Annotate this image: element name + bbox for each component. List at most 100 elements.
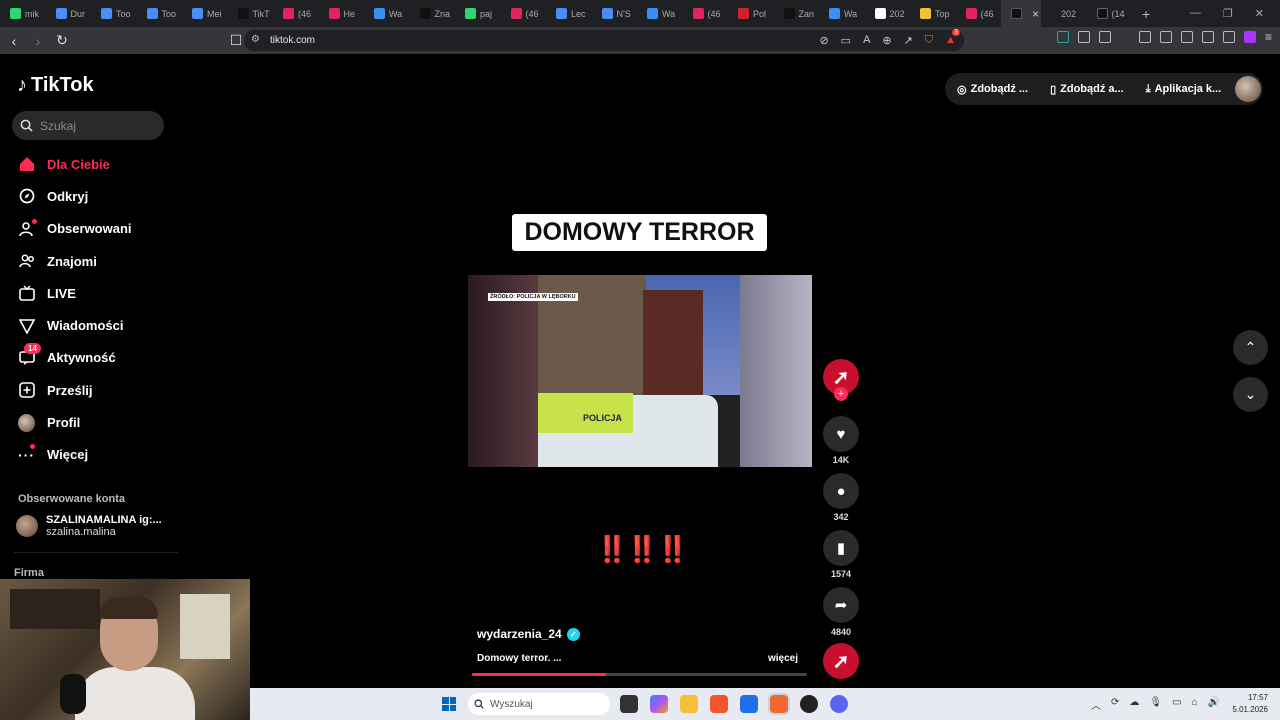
- browser-tab[interactable]: Too: [137, 0, 183, 27]
- more-link[interactable]: więcej: [768, 653, 798, 664]
- new-tab-button[interactable]: +: [1132, 6, 1160, 22]
- sidebar-icon[interactable]: [1159, 31, 1172, 43]
- like-button[interactable]: ♥: [823, 416, 859, 452]
- browser-tab[interactable]: mik: [0, 0, 46, 27]
- maximize-icon[interactable]: ❐: [1223, 7, 1233, 20]
- taskbar-search[interactable]: Wyszukaj: [468, 693, 610, 715]
- obs-icon[interactable]: [800, 695, 818, 713]
- puzzle-icon[interactable]: [1077, 31, 1090, 43]
- translate-icon[interactable]: A: [863, 34, 870, 47]
- brave-rewards-icon[interactable]: ▲ 3: [945, 29, 961, 47]
- menu-item-dla-ciebie[interactable]: Dla Ciebie: [0, 148, 180, 180]
- share-button[interactable]: ➦: [823, 587, 859, 623]
- browser-tab[interactable]: (46: [956, 0, 1002, 27]
- browser-tab[interactable]: Zna: [410, 0, 456, 27]
- get-coins-button[interactable]: ◎ Zdobądź ...: [957, 83, 1028, 96]
- leo-icon[interactable]: [1201, 31, 1214, 43]
- desktop-app-button[interactable]: ⤓ Aplikacja k...: [1146, 83, 1222, 96]
- browser-tab[interactable]: (46: [273, 0, 319, 27]
- brave-shield-icon[interactable]: ⛉: [925, 34, 933, 47]
- browser-tab[interactable]: Lec: [546, 0, 592, 27]
- windows-start-icon[interactable]: [442, 697, 456, 711]
- menu-item-obserwowani[interactable]: Obserwowani: [0, 213, 180, 245]
- browser-tab[interactable]: paj: [455, 0, 501, 27]
- menu-item-znajomi[interactable]: Znajomi: [0, 245, 180, 277]
- browser-tab[interactable]: Wa: [819, 0, 865, 27]
- vpn-brave-icon[interactable]: [1243, 31, 1256, 43]
- browser-tab[interactable]: Wa: [364, 0, 410, 27]
- hide-images-icon[interactable]: ⊘: [819, 34, 828, 47]
- video-author[interactable]: wydarzenia_24 ✓: [477, 627, 580, 641]
- active-tab[interactable]: ×: [1001, 0, 1041, 27]
- reading-list-icon[interactable]: [1138, 31, 1151, 43]
- network-icon[interactable]: ⌂: [1192, 697, 1198, 712]
- extension-icon[interactable]: [1056, 31, 1069, 43]
- screenshot-icon[interactable]: [1098, 31, 1111, 43]
- cloud-icon[interactable]: ☁: [1129, 697, 1139, 712]
- close-tab-icon[interactable]: ×: [1032, 7, 1039, 21]
- browser-tab[interactable]: Zan: [774, 0, 820, 27]
- comment-button[interactable]: ●: [823, 473, 859, 509]
- browser-tab[interactable]: N'S: [592, 0, 638, 27]
- copilot-icon[interactable]: [650, 695, 668, 713]
- discord-icon[interactable]: [830, 695, 848, 713]
- browser-tab[interactable]: Wa: [637, 0, 683, 27]
- video-player[interactable]: POLICJA ŹRÓDŁO: POLICJA W LĘBORKU: [468, 275, 812, 467]
- tray-chevron-icon[interactable]: ︿: [1091, 697, 1101, 712]
- minimize-icon[interactable]: —: [1190, 7, 1201, 20]
- browser-tab[interactable]: TikT: [228, 0, 274, 27]
- wallet-icon[interactable]: [1180, 31, 1193, 43]
- browser-tab[interactable]: (46: [501, 0, 547, 27]
- get-app-button[interactable]: ▯ Zdobądź a...: [1050, 83, 1124, 96]
- site-settings-icon[interactable]: ⚙: [251, 34, 260, 45]
- forward-icon[interactable]: ›: [28, 31, 48, 51]
- sync-icon[interactable]: ⟳: [1111, 697, 1119, 712]
- menu-item-aktywnosc[interactable]: 14 Aktywność: [0, 342, 180, 374]
- browser-tab[interactable]: (46: [683, 0, 729, 27]
- menu-item-live[interactable]: LIVE: [0, 277, 180, 309]
- file-explorer-icon[interactable]: [680, 695, 698, 713]
- video-progress-bar[interactable]: [472, 673, 807, 676]
- clock[interactable]: 17:57 5.01.2026: [1232, 692, 1268, 716]
- tiktok-logo[interactable]: ♪ TikTok: [17, 74, 94, 97]
- reload-icon[interactable]: ↻: [52, 31, 72, 51]
- follow-plus-icon[interactable]: +: [834, 387, 848, 401]
- zoom-icon[interactable]: ⊕: [882, 34, 891, 47]
- menu-item-profil[interactable]: Profil: [0, 406, 180, 438]
- previous-video-button[interactable]: ⌃: [1233, 330, 1268, 365]
- browser-tab[interactable]: Pol: [728, 0, 774, 27]
- save-button[interactable]: ▮: [823, 530, 859, 566]
- search-input[interactable]: Szukaj: [12, 111, 164, 140]
- browser-tab[interactable]: 202: [1041, 0, 1087, 27]
- user-avatar[interactable]: [1235, 76, 1261, 102]
- task-view-icon[interactable]: [620, 695, 638, 713]
- browser-tab[interactable]: (14: [1087, 0, 1133, 27]
- mic-tray-icon[interactable]: 🎙: [1149, 697, 1162, 712]
- close-window-icon[interactable]: ✕: [1255, 7, 1264, 20]
- browser-tab[interactable]: Dur: [46, 0, 92, 27]
- browser-tab[interactable]: Too: [91, 0, 137, 27]
- menu-item-wiadomosci[interactable]: Wiadomości: [0, 309, 180, 341]
- volume-icon[interactable]: 🔊: [1208, 697, 1220, 712]
- menu-item-przeslij[interactable]: Prześlij: [0, 374, 180, 406]
- back-icon[interactable]: ‹: [4, 31, 24, 51]
- brave-icon[interactable]: [710, 695, 728, 713]
- store-icon[interactable]: [740, 695, 758, 713]
- menu-icon[interactable]: ≡: [1265, 30, 1272, 44]
- music-disc[interactable]: ➚: [823, 643, 859, 679]
- browser-tab[interactable]: 202: [865, 0, 911, 27]
- menu-item-wiecej[interactable]: ··· Więcej: [0, 439, 180, 471]
- share-icon[interactable]: ↗: [904, 34, 913, 47]
- cast-icon[interactable]: ▭: [841, 34, 851, 47]
- browser-tab[interactable]: He: [319, 0, 365, 27]
- followed-account[interactable]: SZALINAMALINA ig:... szalina.malina: [16, 514, 162, 538]
- vpn-icon[interactable]: [1222, 31, 1235, 43]
- brave-active-icon[interactable]: [768, 693, 790, 715]
- bookmark-icon[interactable]: ☐: [226, 30, 246, 50]
- browser-tab[interactable]: Mei: [182, 0, 228, 27]
- display-icon[interactable]: ▭: [1172, 697, 1181, 712]
- menu-item-odkryj[interactable]: Odkryj: [0, 180, 180, 212]
- address-bar[interactable]: ⚙ tiktok.com ⊘ ▭ A ⊕ ↗ ⛉ ▲ 3: [244, 29, 964, 51]
- next-video-button[interactable]: ⌄: [1233, 377, 1268, 412]
- browser-tab[interactable]: Top: [910, 0, 956, 27]
